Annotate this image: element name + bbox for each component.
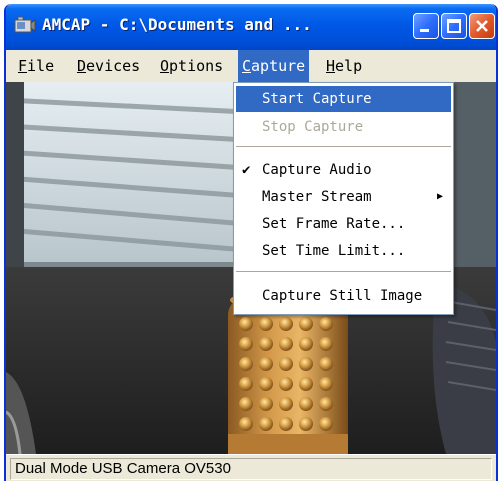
master-stream-label: Master Stream [262, 189, 372, 205]
minimize-icon [420, 29, 429, 32]
maximize-button[interactable] [441, 13, 467, 39]
status-bar: Dual Mode USB Camera OV530 [6, 454, 496, 481]
menu-separator [236, 146, 451, 148]
menu-help[interactable]: Help [322, 50, 366, 82]
window-title: AMCAP - C:\Documents and ... [42, 15, 312, 34]
minimize-button[interactable] [413, 13, 439, 39]
menu-separator [236, 271, 451, 273]
menu-item-capture-audio[interactable]: ✔ Capture Audio [236, 157, 451, 183]
menu-item-stop-capture: Stop Capture [236, 114, 451, 140]
stop-capture-label: Stop Capture [262, 119, 364, 135]
menu-item-set-frame-rate[interactable]: Set Frame Rate... [236, 211, 451, 237]
menu-item-capture-still-image[interactable]: Capture Still Image [236, 283, 451, 309]
menu-bar: File Devices Options Capture Help [6, 50, 496, 82]
title-bar[interactable]: AMCAP - C:\Documents and ... [6, 4, 496, 50]
menu-devices[interactable]: Devices [73, 50, 144, 82]
capture-still-image-label: Capture Still Image [262, 288, 423, 304]
set-time-limit-label: Set Time Limit... [262, 243, 406, 259]
start-capture-label: Start Capture [262, 91, 372, 107]
camera-app-icon [14, 16, 36, 33]
menu-item-set-time-limit[interactable]: Set Time Limit... [236, 238, 451, 264]
menu-item-master-stream[interactable]: Master Stream ▶ [236, 184, 451, 210]
menu-item-start-capture[interactable]: Start Capture [236, 86, 451, 112]
checkmark-icon: ✔ [242, 162, 251, 178]
menu-file[interactable]: File [14, 50, 58, 82]
capture-audio-label: Capture Audio [262, 162, 372, 178]
close-icon [476, 20, 488, 32]
status-text: Dual Mode USB Camera OV530 [10, 458, 492, 480]
menu-options[interactable]: Options [156, 50, 227, 82]
capture-dropdown-menu: Start Capture Stop Capture ✔ Capture Aud… [233, 82, 454, 315]
close-button[interactable] [469, 13, 495, 39]
submenu-arrow-icon: ▶ [436, 191, 443, 202]
set-frame-rate-label: Set Frame Rate... [262, 216, 406, 232]
maximize-icon [447, 19, 461, 33]
menu-capture[interactable]: Capture [238, 50, 310, 82]
